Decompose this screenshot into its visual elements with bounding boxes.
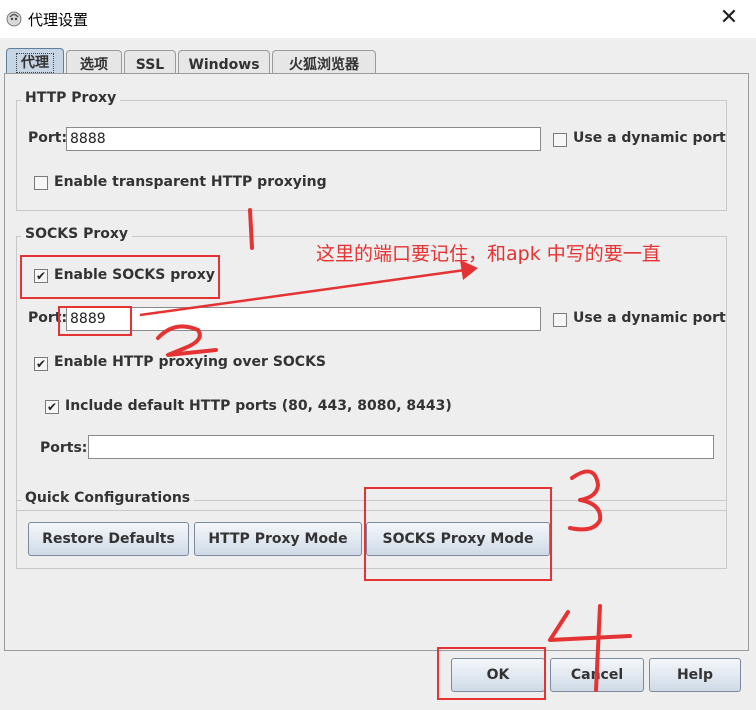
quick-config-legend: Quick Configurations [21, 490, 195, 506]
close-icon: ✕ [719, 5, 739, 30]
http-proxy-group: HTTP Proxy [16, 90, 727, 211]
http-dynamic-port-label: Use a dynamic port [573, 130, 726, 146]
close-button[interactable]: ✕ [714, 5, 744, 31]
socks-dynamic-port-label: Use a dynamic port [573, 310, 726, 326]
enable-socks-checkbox[interactable]: ✔ [34, 269, 48, 283]
http-over-socks-checkbox[interactable]: ✔ [34, 357, 48, 371]
http-dynamic-port-checkbox[interactable] [553, 133, 567, 147]
socks-port-label: Port: [28, 310, 68, 326]
ports-label: Ports: [40, 440, 88, 456]
ports-input[interactable] [88, 435, 714, 459]
socks-port-input[interactable] [66, 307, 541, 331]
title-bar: 代理设置 ✕ [0, 0, 756, 38]
socks-dynamic-port-checkbox[interactable] [553, 313, 567, 327]
http-port-input[interactable] [66, 127, 541, 151]
tab-proxy-label: 代理 [16, 53, 54, 73]
default-ports-checkbox[interactable]: ✔ [45, 400, 59, 414]
transparent-proxy-label: Enable transparent HTTP proxying [54, 174, 327, 190]
cancel-button[interactable]: Cancel [550, 658, 644, 692]
tab-options-label: 选项 [80, 57, 108, 73]
check-icon: ✔ [35, 269, 47, 283]
window-title: 代理设置 [28, 11, 89, 29]
http-over-socks-label: Enable HTTP proxying over SOCKS [54, 354, 327, 370]
default-ports-label: Include default HTTP ports (80, 443, 808… [65, 398, 452, 414]
socks-proxy-mode-button[interactable]: SOCKS Proxy Mode [366, 522, 550, 556]
app-icon [6, 11, 22, 27]
restore-defaults-button[interactable]: Restore Defaults [28, 522, 189, 556]
check-icon: ✔ [35, 357, 47, 371]
http-port-label: Port: [28, 130, 68, 146]
check-icon: ✔ [46, 400, 58, 414]
transparent-proxy-checkbox[interactable] [34, 176, 48, 190]
http-proxy-legend: HTTP Proxy [21, 90, 121, 106]
tab-ssl-label: SSL [135, 57, 165, 73]
tab-firefox-label: 火狐浏览器 [289, 57, 359, 73]
tab-windows-label: Windows [188, 57, 260, 73]
http-proxy-mode-button[interactable]: HTTP Proxy Mode [194, 522, 362, 556]
dialog-content: 代理 选项 SSL Windows 火狐浏览器 HTTP Proxy Port:… [0, 38, 756, 710]
enable-socks-label: Enable SOCKS proxy [54, 267, 215, 283]
help-button[interactable]: Help [649, 658, 741, 692]
ok-button[interactable]: OK [451, 658, 545, 692]
socks-proxy-legend: SOCKS Proxy [21, 226, 133, 242]
